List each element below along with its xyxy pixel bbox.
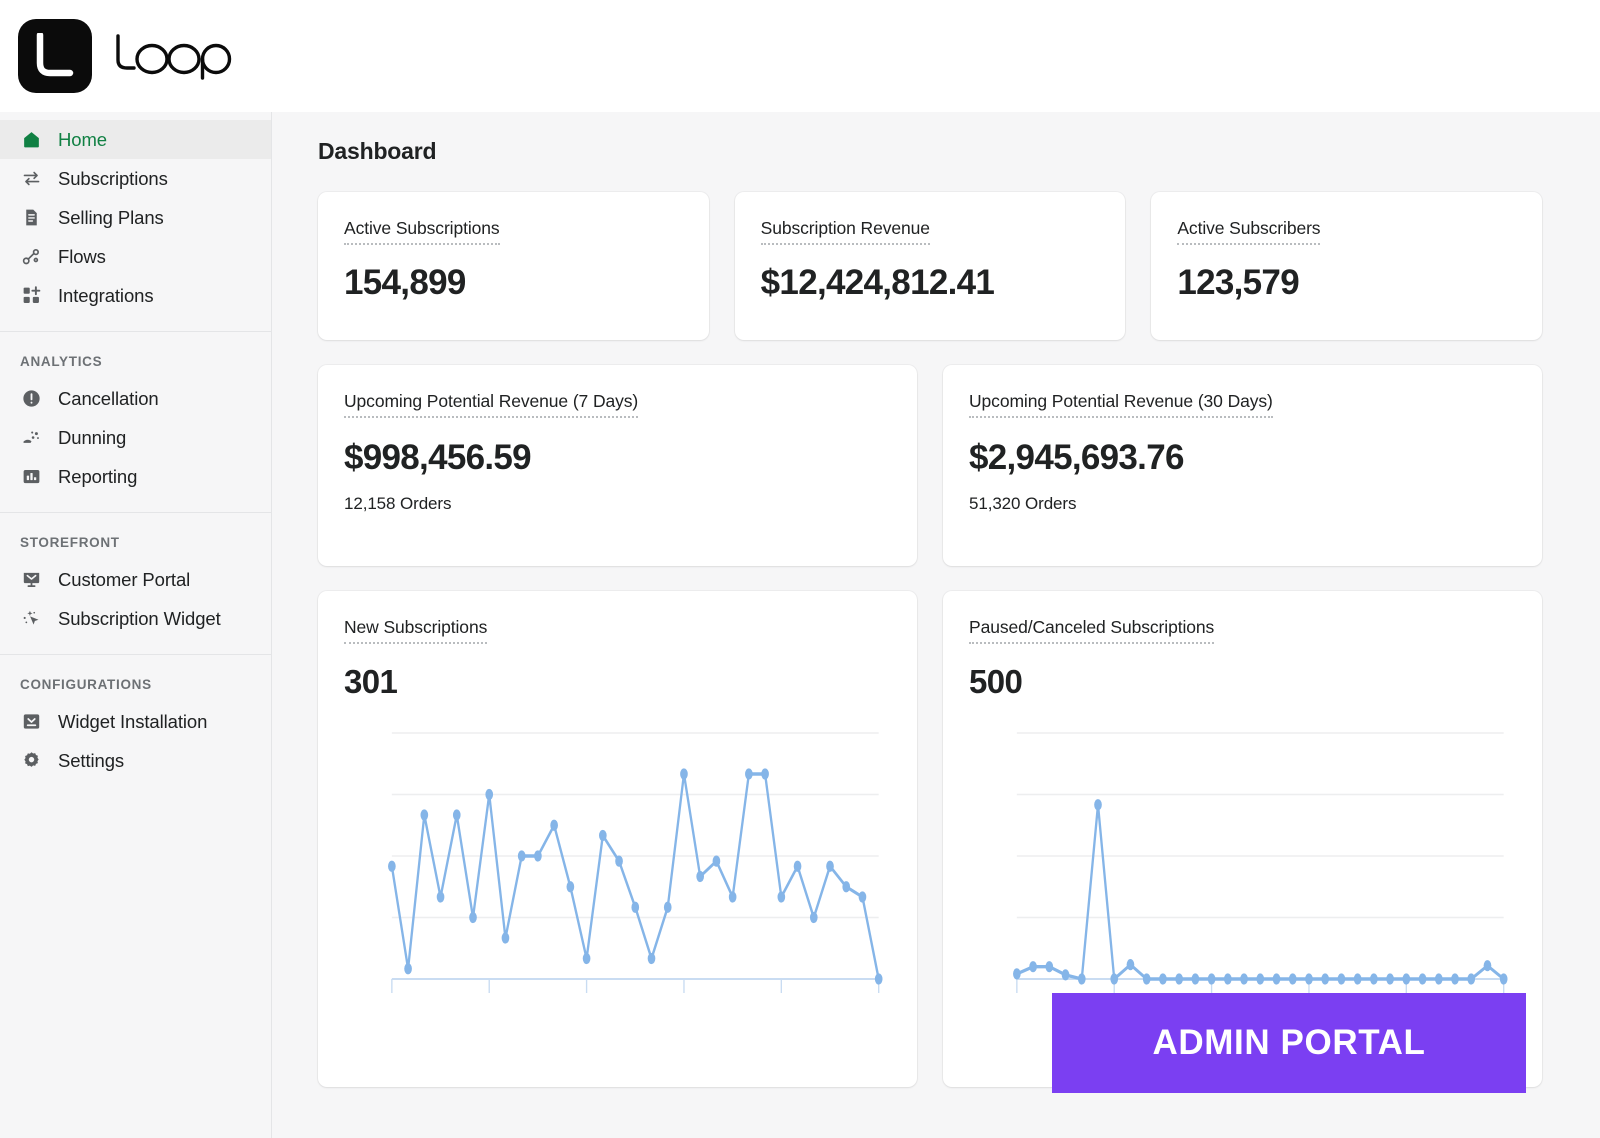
sidebar-item-integrations[interactable]: Integrations xyxy=(0,276,271,315)
body-area: Home Subscriptions Selling Plans Flows Integ… xyxy=(0,112,1600,1138)
revenue-value: $2,945,693.76 xyxy=(969,438,1184,477)
alert-circle-icon xyxy=(20,388,42,410)
sidebar-item-label: Home xyxy=(58,128,107,150)
new-subscriptions-line-chart[interactable] xyxy=(344,719,891,1019)
gear-icon xyxy=(20,750,42,772)
kpi-label: Active Subscribers xyxy=(1177,218,1321,245)
upcoming-revenue-row: Upcoming Potential Revenue (7 Days) $998… xyxy=(318,365,1542,566)
sidebar-item-flows[interactable]: Flows xyxy=(0,237,271,276)
bar-chart-icon xyxy=(20,466,42,488)
revenue-card-7-days: Upcoming Potential Revenue (7 Days) $998… xyxy=(318,365,917,566)
paused-canceled-line-chart[interactable] xyxy=(969,719,1516,1019)
sidebar-item-selling-plans[interactable]: Selling Plans xyxy=(0,198,271,237)
revenue-value: $998,456.59 xyxy=(344,438,532,477)
kpi-label: Subscription Revenue xyxy=(760,218,930,245)
sidebar-item-label: Integrations xyxy=(58,284,154,306)
chart-label: Paused/Canceled Subscriptions xyxy=(969,617,1214,644)
revenue-orders-count: 51,320 Orders xyxy=(969,494,1077,513)
sidebar-section-title-configurations: CONFIGURATIONS xyxy=(20,677,152,692)
loop-wordmark-icon xyxy=(114,30,250,82)
admin-portal-label: ADMIN PORTAL xyxy=(1152,1023,1426,1062)
sidebar-item-reporting[interactable]: Reporting xyxy=(0,457,271,496)
document-icon xyxy=(20,207,42,229)
sidebar-item-label: Dunning xyxy=(58,426,127,448)
sidebar-item-label: Subscription Widget xyxy=(58,607,221,629)
brand-logo[interactable] xyxy=(18,19,250,93)
kpi-value: 154,899 xyxy=(344,263,466,302)
chart-label: New Subscriptions xyxy=(344,617,487,644)
sidebar-item-settings[interactable]: Settings xyxy=(0,741,271,780)
kpi-card-subscription-revenue: Subscription Revenue $12,424,812.41 xyxy=(734,192,1126,340)
sidebar-item-label: Reporting xyxy=(58,465,138,487)
admin-portal-overlay-banner: ADMIN PORTAL xyxy=(1052,993,1526,1093)
kpi-value: 123,579 xyxy=(1177,263,1299,302)
page-title: Dashboard xyxy=(318,138,437,164)
chart-total-value: 500 xyxy=(969,663,1023,700)
home-icon xyxy=(20,129,42,151)
monitor-icon xyxy=(20,569,42,591)
sidebar-item-subscriptions[interactable]: Subscriptions xyxy=(0,159,271,198)
sidebar-item-label: Customer Portal xyxy=(58,568,191,590)
cursor-sparkle-icon xyxy=(20,608,42,630)
chart-card-new-subscriptions: New Subscriptions 301 xyxy=(318,591,917,1087)
kpi-label: Active Subscriptions xyxy=(344,218,500,245)
sidebar-item-label: Widget Installation xyxy=(58,710,208,732)
transfer-icon xyxy=(20,168,42,190)
main-content: Dashboard Active Subscriptions 154,899 S… xyxy=(272,112,1600,1138)
revenue-card-30-days: Upcoming Potential Revenue (30 Days) $2,… xyxy=(943,365,1542,566)
dunning-hand-icon xyxy=(20,427,42,449)
flow-nodes-icon xyxy=(20,246,42,268)
kpi-card-active-subscribers: Active Subscribers 123,579 xyxy=(1151,192,1543,340)
revenue-orders-count: 12,158 Orders xyxy=(344,494,452,513)
sidebar-item-subscription-widget[interactable]: Subscription Widget xyxy=(0,599,271,638)
sidebar-item-label: Cancellation xyxy=(58,387,159,409)
sidebar-item-customer-portal[interactable]: Customer Portal xyxy=(0,560,271,599)
loop-logo-mark-icon xyxy=(18,19,92,93)
revenue-label: Upcoming Potential Revenue (7 Days) xyxy=(344,391,638,418)
kpi-value: $12,424,812.41 xyxy=(760,263,995,302)
sidebar-item-label: Subscriptions xyxy=(58,167,168,189)
sidebar-item-dunning[interactable]: Dunning xyxy=(0,418,271,457)
sidebar-nav: Home Subscriptions Selling Plans Flows Integ… xyxy=(0,112,272,1138)
sidebar-item-label: Settings xyxy=(58,749,125,771)
sidebar-section-title-storefront: STOREFRONT xyxy=(20,535,120,550)
kpi-card-active-subscriptions: Active Subscriptions 154,899 xyxy=(318,192,709,340)
sidebar-item-label: Flows xyxy=(58,245,106,267)
sidebar-item-widget-installation[interactable]: Widget Installation xyxy=(0,702,271,741)
grid-plus-icon xyxy=(20,285,42,307)
revenue-label: Upcoming Potential Revenue (30 Days) xyxy=(969,391,1273,418)
sidebar-item-cancellation[interactable]: Cancellation xyxy=(0,379,271,418)
kpi-row: Active Subscriptions 154,899 Subscriptio… xyxy=(318,192,1543,340)
admin-portal-app: Home Subscriptions Selling Plans Flows Integ… xyxy=(0,0,1600,1138)
sidebar-section-title-analytics: ANALYTICS xyxy=(20,354,103,369)
top-bar xyxy=(0,0,1600,112)
inbox-download-icon xyxy=(20,711,42,733)
sidebar-item-home[interactable]: Home xyxy=(0,120,271,159)
sidebar-item-label: Selling Plans xyxy=(58,206,164,228)
chart-total-value: 301 xyxy=(344,663,398,700)
